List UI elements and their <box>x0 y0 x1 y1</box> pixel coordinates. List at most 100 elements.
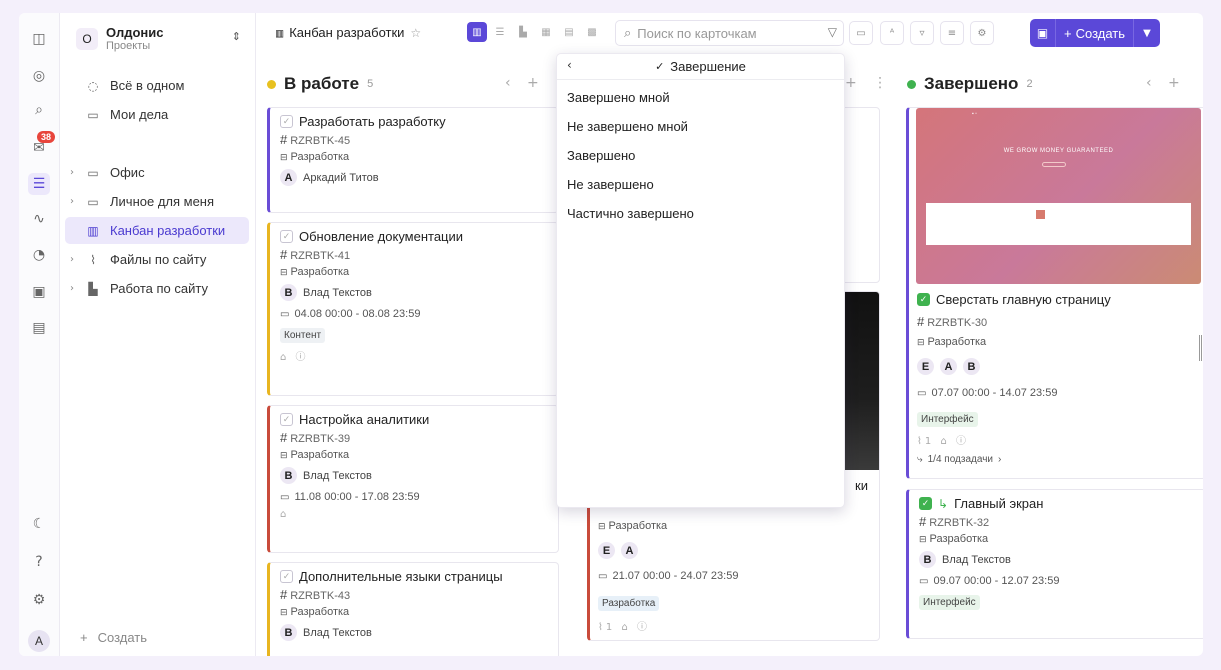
group-icon: ⊟ <box>598 522 606 532</box>
chevron-right-icon[interactable]: › <box>70 254 74 265</box>
sidebar-item-personal[interactable]: › ▭ Личное для меня <box>65 188 249 215</box>
card-key: RZRBTK-39 <box>290 433 351 445</box>
card-tag: Интерфейс <box>919 595 980 610</box>
scrollbar-handle[interactable] <box>1199 335 1202 361</box>
search-input[interactable] <box>637 25 798 41</box>
feed-icon[interactable]: ▣ <box>28 281 50 303</box>
chevron-right-icon[interactable]: › <box>70 167 74 178</box>
document-icon[interactable]: ▤ <box>28 317 50 339</box>
sidebar-item-office[interactable]: › ▭ Офис <box>65 159 249 186</box>
group-icon: ⊟ <box>280 608 288 618</box>
create-label: Создать <box>1075 25 1125 41</box>
filter-icon[interactable]: ▽ <box>828 25 837 39</box>
gantt-view-icon[interactable]: ▙ <box>513 22 533 42</box>
column-title: В работе <box>284 74 360 93</box>
column-controls[interactable]: + ⋮ <box>845 75 893 91</box>
search-icon[interactable]: ⌕ <box>28 99 50 121</box>
task-card[interactable]: ▪ ▫ WE GROW MONEY GUARANTEED ✓ Сверстать … <box>906 107 1203 479</box>
sidebar-item-site-files[interactable]: › ⌇ Файлы по сайту <box>65 246 249 273</box>
column-header-done: Завершено 2 <box>907 73 1033 95</box>
dropdown-option[interactable]: Не завершено <box>557 170 844 199</box>
card-meta-icons: ⌂ ⓘ <box>280 352 309 363</box>
topbar: ▥ Канбан разработки ☆ ▥ ☰ ▙ ▦ ▤ ▩ ⌕ ▽ ▭ … <box>256 13 1203 53</box>
task-card[interactable]: ✓ Разработать разработку # RZRBTK-45 ⊟ Разр… <box>267 107 559 213</box>
grid-view-icon[interactable]: ▩ <box>582 22 602 42</box>
checkbox-checked-icon[interactable]: ✓ <box>917 293 930 306</box>
workspace-switcher[interactable]: О Олдонис Проекты ⇕ <box>71 20 249 58</box>
checkbox-checked-icon[interactable]: ✓ <box>919 497 932 510</box>
user-avatar[interactable]: A <box>28 630 50 652</box>
archive-icon[interactable]: ▿ <box>910 21 934 45</box>
timeline-view-icon[interactable]: ▤ <box>559 22 579 42</box>
list-view-icon[interactable]: ☰ <box>490 22 510 42</box>
assignees-icon[interactable]: ᴬ <box>880 21 904 45</box>
column-controls[interactable]: ‹ + <box>1146 75 1186 91</box>
column-controls[interactable]: ‹ + <box>505 75 545 91</box>
back-arrow-icon[interactable]: ‹ <box>567 58 572 72</box>
chevron-right-icon[interactable]: › <box>70 283 74 294</box>
sidebar-item-all-in-one[interactable]: ◌ Всё в одном <box>65 72 249 99</box>
task-card[interactable]: ✓ Обновление документации # RZRBTK-41 ⊟ Раз… <box>267 222 559 396</box>
card-date: 21.07 00:00 - 24.07 23:59 <box>612 570 739 582</box>
completion-filter-dropdown: ‹ ✓ Завершение Завершено мной Не заверше… <box>556 53 845 508</box>
avatar: E <box>598 542 615 559</box>
dropdown-option[interactable]: Завершено <box>557 141 844 170</box>
folder-icon: ▭ <box>87 194 99 209</box>
calendar-view-icon[interactable]: ▦ <box>536 22 556 42</box>
dropdown-option[interactable]: Частично завершено <box>557 199 844 228</box>
gear-icon[interactable]: ⚙ <box>970 21 994 45</box>
reports-icon[interactable]: ◔ <box>28 244 50 266</box>
sidebar-item-my-tasks[interactable]: ▭ Мои дела <box>65 101 249 128</box>
folder-icon: ▭ <box>87 165 99 180</box>
settings-icon[interactable]: ⚙ <box>28 589 50 611</box>
template-icon[interactable]: ▣ <box>1030 19 1056 47</box>
card-key: RZRBTK-41 <box>290 250 351 262</box>
checkbox-icon[interactable]: ✓ <box>280 570 293 583</box>
cover-square <box>1036 210 1045 219</box>
star-icon[interactable]: ☆ <box>410 26 421 40</box>
plus-icon: + <box>1064 25 1072 41</box>
sidebar-create-button[interactable]: + Создать <box>80 630 147 645</box>
checkbox-icon[interactable]: ✓ <box>280 413 293 426</box>
card-assignee: Аркадий Титов <box>303 171 379 184</box>
task-card[interactable]: ✓ ↳ Главный экран # RZRBTK-32 ⊟ Разработка B… <box>906 489 1203 639</box>
clipboard-icon[interactable]: ▭ <box>849 21 873 45</box>
chevron-right-icon[interactable]: › <box>70 196 74 207</box>
checkbox-icon[interactable]: ✓ <box>280 115 293 128</box>
theme-icon[interactable]: ☾ <box>28 513 50 535</box>
status-dot <box>267 79 276 89</box>
checkbox-icon[interactable]: ✓ <box>280 230 293 243</box>
cover-headline: WE GROW MONEY GUARANTEED <box>1003 148 1114 154</box>
inbox-badge: 38 <box>37 131 56 143</box>
help-icon[interactable]: ? <box>28 551 50 573</box>
subtasks-link[interactable]: ⤷ 1/4 подзадачи › <box>917 454 1001 465</box>
sliders-icon[interactable]: ≡ <box>940 21 964 45</box>
task-card[interactable]: ✓ Дополнительные языки страницы # RZRBTK-4… <box>267 562 559 656</box>
task-card[interactable]: ✓ Настройка аналитики # RZRBTK-39 ⊟ Разрабо… <box>267 405 559 553</box>
kanban-view-icon[interactable]: ▥ <box>467 22 487 42</box>
card-date: 11.08 00:00 - 17.08 23:59 <box>294 491 420 503</box>
tasks-icon[interactable]: ☰ <box>28 173 50 195</box>
card-assignee: Влад Текстов <box>942 553 1011 566</box>
sidebar-item-kanban[interactable]: ▥ Канбан разработки <box>65 217 249 244</box>
pulse-icon[interactable]: ∿ <box>28 208 50 230</box>
chevron-down-icon[interactable]: ▼ <box>1134 28 1160 39</box>
dropdown-option[interactable]: Не завершено мной <box>557 112 844 141</box>
sidebar-toggle-icon[interactable]: ◫ <box>28 28 50 50</box>
card-assignee: Влад Текстов <box>303 469 372 482</box>
column-count: 2 <box>1026 78 1033 90</box>
dropdown-option[interactable]: Завершено мной <box>557 83 844 112</box>
calendar-icon: ▭ <box>280 308 290 320</box>
create-button-group: ▣ + Создать ▼ <box>1030 19 1160 47</box>
all-in-one-icon: ◌ <box>87 78 99 93</box>
activity-icon[interactable]: ◎ <box>28 65 50 87</box>
avatar: B <box>963 358 980 375</box>
create-button[interactable]: + Создать <box>1056 19 1134 47</box>
column-count: 5 <box>367 78 374 90</box>
sidebar-item-site-work[interactable]: › ▙ Работа по сайту <box>65 275 249 302</box>
hash-icon: # <box>280 132 288 147</box>
sidebar-item-label: Канбан разработки <box>110 223 226 238</box>
group-icon: ⊟ <box>917 338 925 348</box>
hash-icon: # <box>280 587 288 602</box>
cover-panel <box>926 203 1191 245</box>
